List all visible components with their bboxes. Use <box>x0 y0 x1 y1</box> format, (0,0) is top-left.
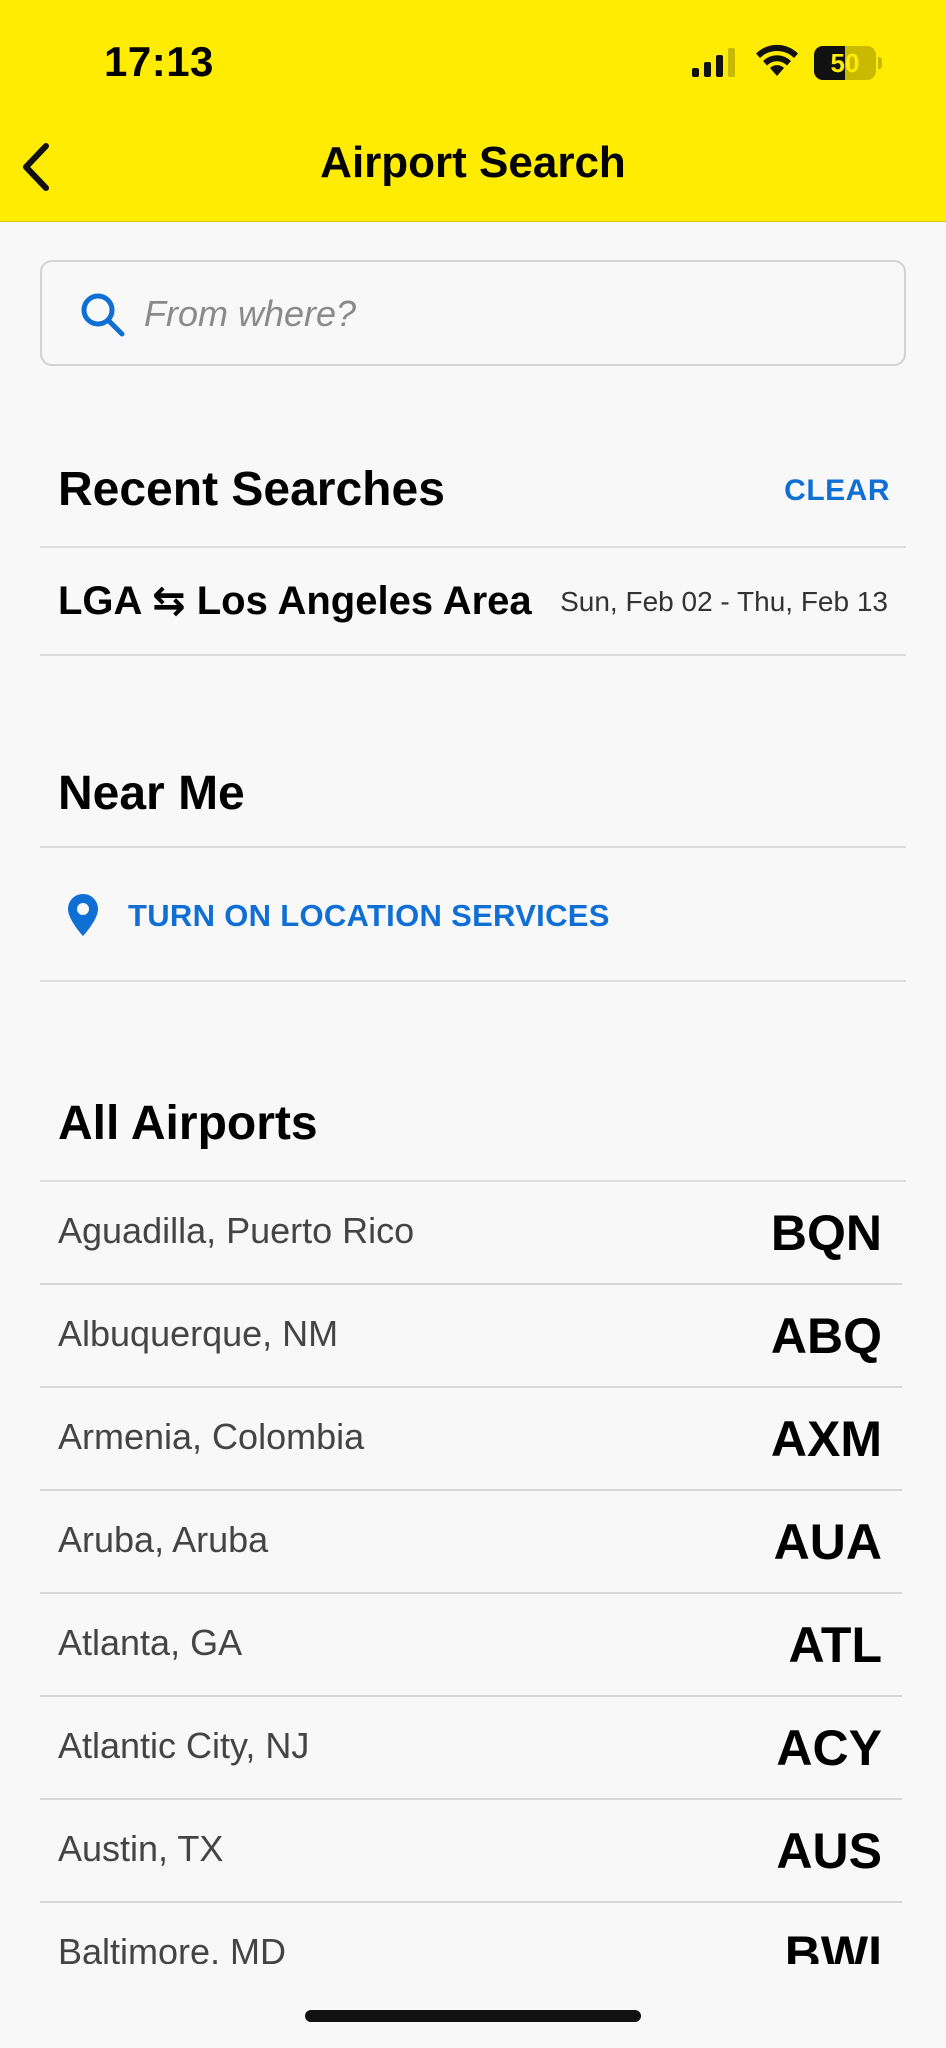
airport-row[interactable]: Baltimore, MD BWI <box>40 1903 902 1964</box>
airport-list[interactable]: Aguadilla, Puerto Rico BQN Albuquerque, … <box>40 1182 902 1964</box>
airport-city: Aguadilla, Puerto Rico <box>58 1210 415 1251</box>
airport-code: BQN <box>770 1205 882 1261</box>
recent-search-destination: Los Angeles Area <box>196 579 532 623</box>
location-services-button[interactable]: TURN ON LOCATION SERVICES <box>40 848 906 980</box>
divider <box>40 980 906 982</box>
cellular-signal-icon <box>692 48 735 77</box>
airport-city: Atlanta, GA <box>58 1622 243 1663</box>
battery-percent: 50 <box>830 48 860 78</box>
app-header: 17:13 50 Airport Search <box>0 0 946 222</box>
airport-city: Baltimore, MD <box>58 1931 287 1964</box>
airport-row[interactable]: Austin, TX AUS <box>40 1800 902 1903</box>
recent-searches-title: Recent Searches <box>58 463 445 516</box>
airport-city: Aruba, Aruba <box>58 1519 269 1560</box>
recent-search-origin: LGA <box>58 579 141 623</box>
search-input[interactable] <box>144 284 864 344</box>
battery-body: 50 <box>814 46 876 80</box>
airport-code: ABQ <box>770 1308 882 1364</box>
location-services-label: TURN ON LOCATION SERVICES <box>128 898 610 933</box>
airport-row[interactable]: Aruba, Aruba AUA <box>40 1491 902 1594</box>
airport-city: Austin, TX <box>58 1828 224 1869</box>
airport-city: Atlantic City, NJ <box>58 1725 310 1766</box>
home-indicator[interactable] <box>305 2010 641 2022</box>
airport-city: Albuquerque, NM <box>58 1313 339 1354</box>
page-title: Airport Search <box>320 138 626 187</box>
airport-row[interactable]: Atlantic City, NJ ACY <box>40 1697 902 1800</box>
near-me-title: Near Me <box>58 767 245 820</box>
recent-search-route: LGA ⇆ Los Angeles Area <box>58 578 532 624</box>
battery-indicator: 50 <box>814 46 882 80</box>
status-time: 17:13 <box>104 38 214 85</box>
airport-code: AUA <box>773 1514 882 1570</box>
airport-city: Armenia, Colombia <box>58 1416 365 1457</box>
recent-search-dates: Sun, Feb 02 - Thu, Feb 13 <box>560 586 888 617</box>
divider <box>40 654 906 656</box>
search-icon <box>81 293 125 337</box>
airport-code: ACY <box>776 1720 882 1776</box>
airport-code: BWI <box>784 1926 882 1964</box>
airport-code: AXM <box>770 1411 882 1467</box>
airport-row[interactable]: Aguadilla, Puerto Rico BQN <box>40 1182 902 1285</box>
recent-search-item[interactable]: LGA ⇆ Los Angeles Area Sun, Feb 02 - Thu… <box>40 548 906 654</box>
search-box[interactable] <box>40 260 906 366</box>
airport-code: AUS <box>776 1823 882 1879</box>
all-airports-title: All Airports <box>58 1097 318 1150</box>
airport-row[interactable]: Armenia, Colombia AXM <box>40 1388 902 1491</box>
swap-arrows-icon: ⇆ <box>152 579 186 623</box>
airport-code: ATL <box>788 1617 882 1673</box>
location-pin-icon <box>68 894 98 936</box>
clear-button[interactable]: CLEAR <box>784 474 890 508</box>
wifi-icon <box>756 44 798 76</box>
airport-row[interactable]: Atlanta, GA ATL <box>40 1594 902 1697</box>
battery-tip <box>878 57 882 69</box>
airport-row[interactable]: Albuquerque, NM ABQ <box>40 1285 902 1388</box>
